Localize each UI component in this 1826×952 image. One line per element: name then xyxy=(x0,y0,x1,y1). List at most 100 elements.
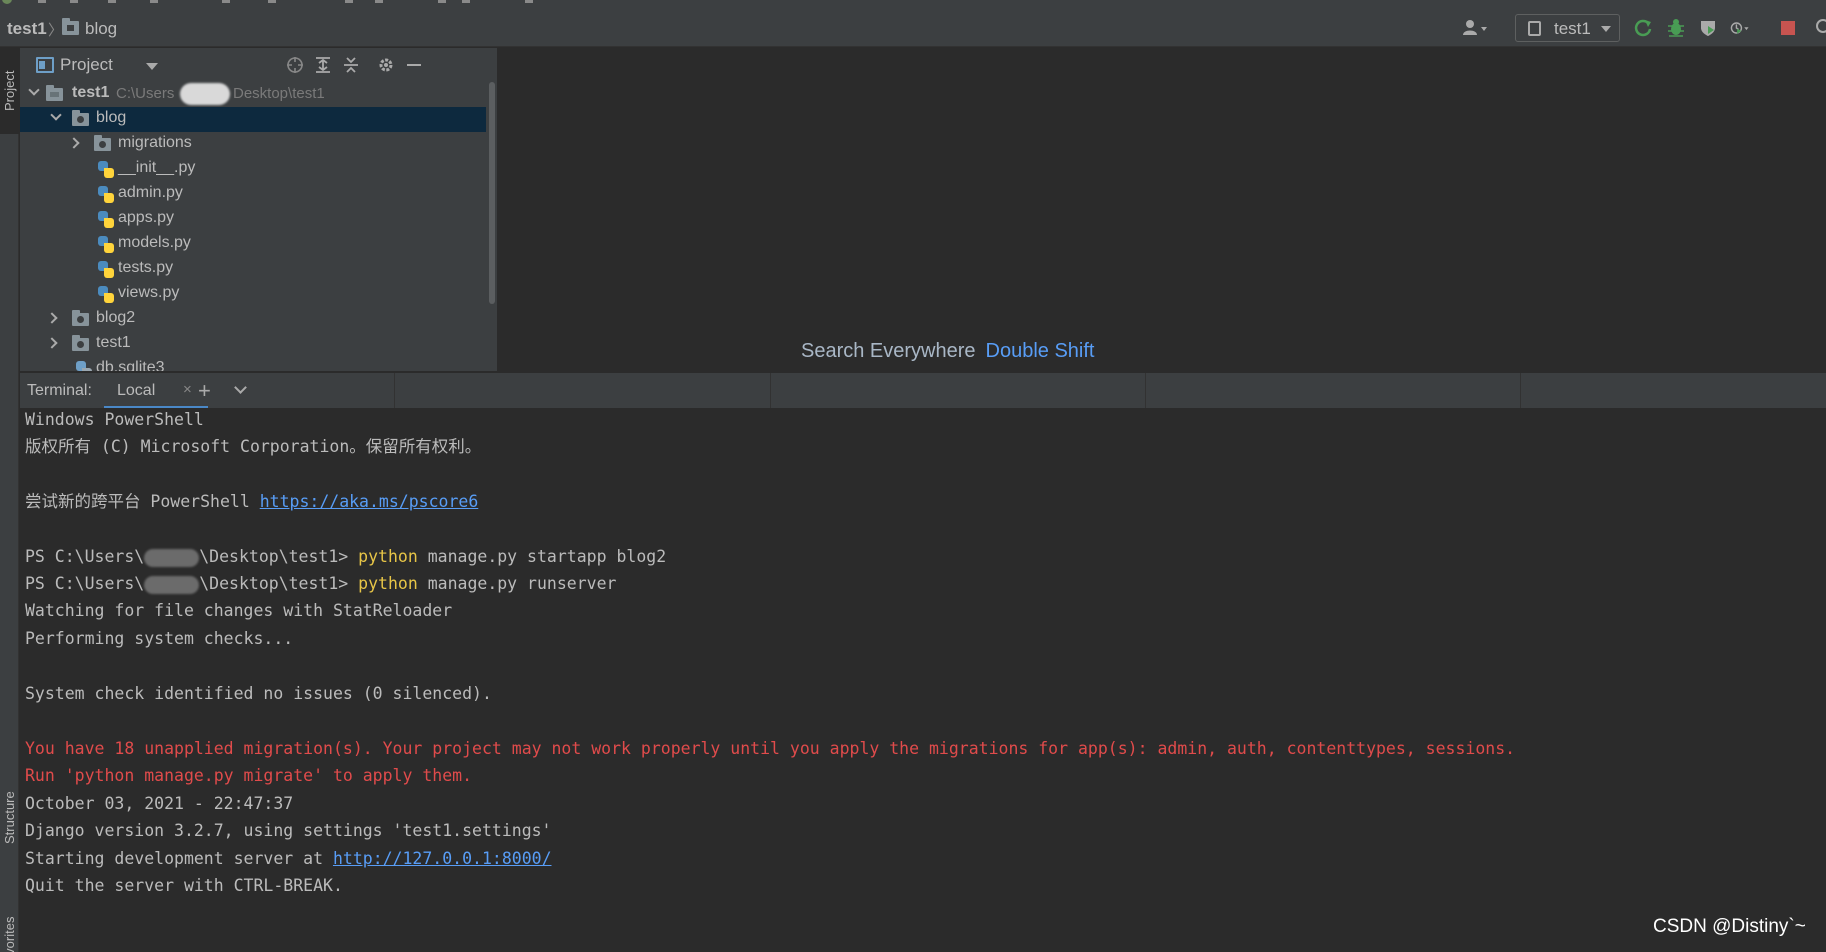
close-icon[interactable]: × xyxy=(183,381,192,398)
terminal-error-line: You have 18 unapplied migration(s). Your… xyxy=(25,739,1516,758)
tree-item-tests-py[interactable]: tests.py xyxy=(20,257,486,282)
prompt-suffix: \Desktop\test1> xyxy=(199,574,359,593)
menu-item-icon[interactable] xyxy=(438,0,446,3)
project-panel-header: Project xyxy=(20,48,497,82)
breadcrumb-project[interactable]: test1 xyxy=(7,19,47,39)
terminal-tab-local[interactable]: Local × xyxy=(104,373,208,409)
rerun-icon[interactable] xyxy=(1633,18,1653,38)
stop-icon[interactable] xyxy=(1781,21,1795,35)
terminal-line: Starting development server at http://12… xyxy=(25,847,552,871)
command-args: manage.py startapp blog2 xyxy=(417,547,667,566)
package-folder-icon xyxy=(72,110,89,126)
app-logo-icon xyxy=(2,0,12,4)
hide-panel-icon[interactable] xyxy=(405,56,423,74)
python-file-icon xyxy=(98,211,114,228)
gear-icon[interactable] xyxy=(377,56,395,74)
user-icon[interactable] xyxy=(1461,18,1489,38)
profile-icon[interactable] xyxy=(1730,18,1750,38)
package-folder-icon xyxy=(72,335,89,351)
tree-item-label: views.py xyxy=(118,284,180,301)
project-view-icon xyxy=(36,57,54,73)
redacted-username xyxy=(180,83,230,105)
menu-item-icon[interactable] xyxy=(462,0,470,3)
terminal-error-line: Run 'python manage.py migrate' to apply … xyxy=(25,766,473,785)
terminal-text: Starting development server at xyxy=(25,849,333,868)
chevron-down-icon[interactable] xyxy=(234,381,247,394)
collapse-all-icon[interactable] xyxy=(342,56,360,74)
chevron-right-icon[interactable] xyxy=(68,137,80,149)
project-view-selector[interactable]: Project xyxy=(60,55,113,75)
menu-item-icon[interactable] xyxy=(70,0,78,3)
add-icon[interactable]: + xyxy=(198,378,211,404)
terminal-line: Quit the server with CTRL-BREAK. xyxy=(25,876,343,895)
scrollbar-thumb[interactable] xyxy=(489,82,495,304)
tool-window-tab-favorites[interactable]: Favorites xyxy=(0,898,19,952)
terminal-header: Terminal: Local × + xyxy=(20,372,1826,409)
command-keyword: python xyxy=(358,574,418,593)
tree-item-migrations[interactable]: migrations xyxy=(20,132,486,157)
python-file-icon xyxy=(98,161,114,178)
server-url-link[interactable]: http://127.0.0.1:8000/ xyxy=(333,849,552,868)
editor-empty-hint: Search Everywhere Double Shift xyxy=(801,340,1095,363)
terminal-line: 版权所有 (C) Microsoft Corporation。保留所有权利。 xyxy=(25,437,482,456)
tree-item-label: db.sqlite3 xyxy=(96,359,165,371)
tree-item-init-py[interactable]: __init__.py xyxy=(20,157,486,182)
redacted-username xyxy=(144,575,200,594)
tree-item-test1[interactable]: test1 xyxy=(20,332,486,357)
divider xyxy=(1520,373,1521,409)
tree-item-blog[interactable]: blog xyxy=(20,107,486,132)
project-tree-scrollbar[interactable] xyxy=(486,82,497,371)
run-config-icon xyxy=(1528,21,1541,36)
chevron-right-icon[interactable] xyxy=(46,312,58,324)
debug-icon[interactable] xyxy=(1666,18,1686,38)
tool-window-tab-structure[interactable]: Structure xyxy=(0,753,19,883)
terminal-command-line: PS C:\Users\ \Desktop\test1> python manag… xyxy=(25,545,666,569)
chevron-down-icon[interactable] xyxy=(146,63,158,70)
chevron-down-icon[interactable] xyxy=(28,84,40,96)
chevron-right-icon[interactable] xyxy=(46,337,58,349)
navigation-bar: test1 〉 blog test1 xyxy=(0,9,1826,47)
locate-icon[interactable] xyxy=(286,56,304,74)
project-panel: Project test1 C:\Users Desktop\test1 blo… xyxy=(20,48,498,371)
menu-item-icon[interactable] xyxy=(525,0,533,3)
menu-item-icon[interactable] xyxy=(222,0,230,3)
terminal-line: Windows PowerShell xyxy=(25,410,204,429)
menu-item-icon[interactable] xyxy=(268,0,276,3)
run-config-dropdown[interactable]: test1 xyxy=(1515,14,1620,42)
expand-all-icon[interactable] xyxy=(314,56,332,74)
search-icon[interactable] xyxy=(1815,18,1826,38)
terminal-output[interactable]: Windows PowerShell 版权所有 (C) Microsoft Co… xyxy=(20,408,1826,952)
chevron-down-icon[interactable] xyxy=(50,109,62,121)
tree-item-root[interactable]: test1 C:\Users Desktop\test1 xyxy=(20,82,486,107)
tree-item-apps-py[interactable]: apps.py xyxy=(20,207,486,232)
menu-item-icon[interactable] xyxy=(150,0,158,3)
tool-window-tab-project[interactable]: Project xyxy=(0,48,19,134)
menu-item-icon[interactable] xyxy=(375,0,383,3)
tree-item-models-py[interactable]: models.py xyxy=(20,232,486,257)
python-file-icon xyxy=(98,261,114,278)
terminal-link[interactable]: https://aka.ms/pscore6 xyxy=(260,492,479,511)
menu-item-icon[interactable] xyxy=(108,0,116,3)
menu-item-icon[interactable] xyxy=(345,0,353,3)
divider xyxy=(1145,373,1146,409)
redacted-username xyxy=(144,548,200,567)
database-file-icon xyxy=(76,361,92,371)
tree-item-views-py[interactable]: views.py xyxy=(20,282,486,307)
tree-item-db-sqlite3[interactable]: db.sqlite3 xyxy=(20,357,486,371)
tree-item-label: test1 xyxy=(72,84,110,101)
package-folder-icon xyxy=(72,310,89,326)
tree-item-blog2[interactable]: blog2 xyxy=(20,307,486,332)
tree-item-label: models.py xyxy=(118,234,191,251)
tree-item-path-suffix: Desktop\test1 xyxy=(233,85,325,102)
terminal-tab-label: Local xyxy=(117,382,156,399)
terminal-line: 尝试新的跨平台 PowerShell https://aka.ms/pscore… xyxy=(25,490,478,514)
menu-item-icon[interactable] xyxy=(38,0,46,3)
chevron-down-icon xyxy=(1601,26,1611,32)
tree-item-admin-py[interactable]: admin.py xyxy=(20,182,486,207)
coverage-icon[interactable] xyxy=(1698,18,1718,38)
terminal-line: System check identified no issues (0 sil… xyxy=(25,684,492,703)
watermark: CSDN @Distiny`~ xyxy=(1653,916,1806,937)
divider xyxy=(770,373,771,409)
package-folder-icon xyxy=(94,135,111,151)
breadcrumb-folder[interactable]: blog xyxy=(85,19,117,39)
